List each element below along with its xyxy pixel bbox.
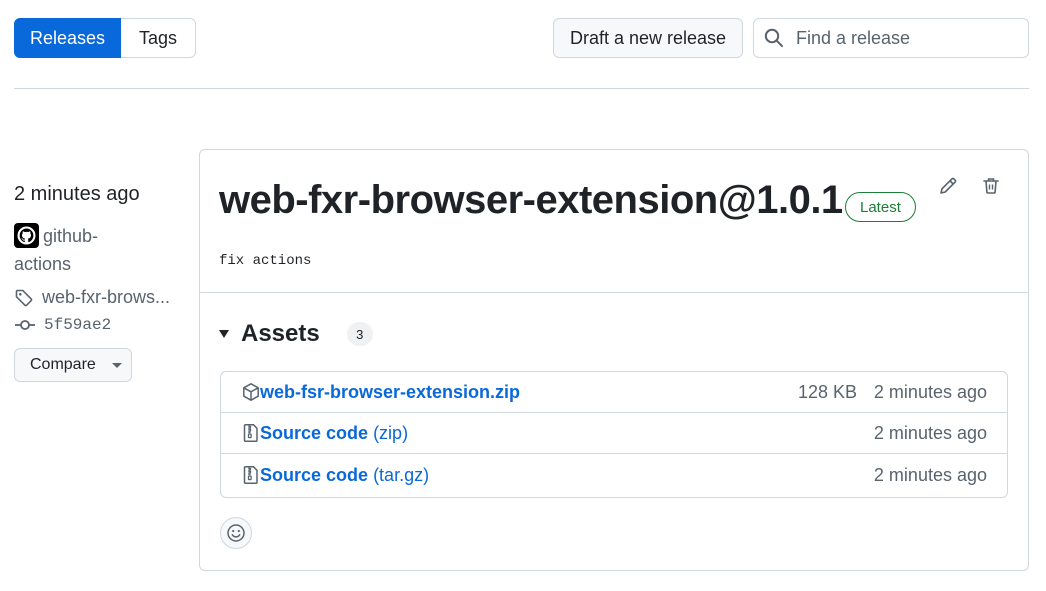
release-card: web-fxr-browser-extension@1.0.1 Latest f…: [199, 149, 1029, 571]
github-avatar-icon: [14, 223, 39, 248]
assets-toggle[interactable]: Assets 3: [219, 320, 373, 348]
triangle-down-icon: [219, 330, 229, 338]
releases-subnav: Releases Tags: [14, 18, 196, 58]
asset-time: 2 minutes ago: [873, 381, 987, 402]
header-divider: [14, 88, 1029, 89]
asset-time: 2 minutes ago: [873, 465, 987, 485]
release-commit[interactable]: 5f59ae2: [14, 315, 111, 335]
commit-sha[interactable]: 5f59ae2: [44, 316, 111, 334]
smiley-icon: [227, 524, 245, 542]
asset-row: Source code (tar.gz) 2 minutes ago: [221, 455, 1007, 496]
latest-badge: Latest: [845, 192, 916, 222]
asset-name: Source code: [260, 422, 369, 443]
source-targz-link[interactable]: Source code (tar.gz): [260, 465, 429, 486]
releases-tab[interactable]: Releases: [14, 18, 121, 58]
release-title[interactable]: web-fxr-browser-extension@1.0.1: [219, 178, 843, 223]
search-icon: [764, 28, 783, 47]
add-reaction-button[interactable]: [220, 517, 252, 549]
asset-link[interactable]: web-fsr-browser-extension.zip: [260, 382, 520, 403]
asset-ext: (zip): [373, 422, 409, 443]
file-zip-icon: [243, 466, 258, 484]
source-zip-link[interactable]: Source code (zip): [260, 423, 408, 444]
tag-icon: [15, 289, 33, 306]
git-commit-icon: [15, 320, 35, 330]
asset-row: web-fsr-browser-extension.zip 128 KB 2 m…: [221, 372, 1007, 413]
release-header: web-fxr-browser-extension@1.0.1 Latest f…: [200, 150, 1028, 293]
tags-tab[interactable]: Tags: [121, 18, 196, 58]
asset-row: Source code (zip) 2 minutes ago: [221, 413, 1007, 454]
release-notes: fix actions: [219, 253, 312, 269]
release-tag[interactable]: web-fxr-brows...: [14, 287, 170, 308]
asset-size: 128 KB: [797, 381, 857, 402]
pencil-icon[interactable]: [938, 176, 958, 201]
release-author[interactable]: github-actions: [14, 222, 154, 278]
asset-ext: (tar.gz): [373, 465, 430, 485]
caret-down-icon: [111, 362, 122, 368]
package-icon: [243, 383, 259, 401]
assets-heading: Assets: [241, 320, 320, 347]
asset-time: 2 minutes ago: [873, 422, 987, 443]
compare-label: Compare: [30, 356, 96, 373]
assets-count-badge: 3: [346, 322, 373, 346]
asset-list: web-fsr-browser-extension.zip 128 KB 2 m…: [220, 371, 1008, 498]
trash-icon[interactable]: [981, 176, 1001, 201]
asset-name: Source code: [260, 465, 369, 485]
file-zip-icon: [243, 424, 258, 442]
tag-name[interactable]: web-fxr-brows...: [42, 287, 170, 308]
compare-button[interactable]: Compare: [14, 348, 132, 382]
draft-new-release-button[interactable]: Draft a new release: [553, 18, 743, 58]
release-search[interactable]: [753, 18, 1029, 58]
search-input[interactable]: [796, 27, 1016, 49]
release-time: 2 minutes ago: [14, 183, 140, 205]
